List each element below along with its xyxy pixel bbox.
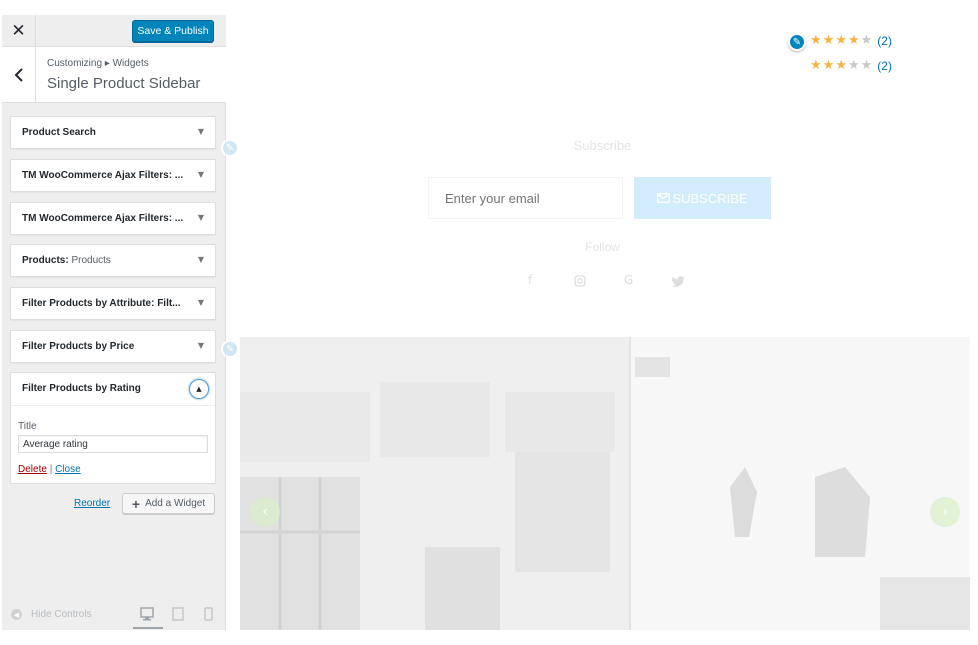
section-header: Customizing ▸ Widgets Single Product Sid…: [2, 47, 226, 103]
widget-filter-attribute[interactable]: Filter Products by Attribute: Filt... ▼: [10, 287, 216, 320]
hide-controls-label: Hide Controls: [31, 609, 92, 620]
star-empty-icon: ★: [847, 58, 860, 73]
customizer-footer: ◀ Hide Controls: [2, 597, 226, 630]
hero-slider: ‹ ›: [240, 337, 970, 630]
widget-ajax-filters-1[interactable]: TM WooCommerce Ajax Filters: ... ▼: [10, 159, 216, 192]
customizer-topbar: ✕ Save & Publish: [2, 15, 226, 47]
tablet-preview-icon[interactable]: [172, 607, 184, 621]
save-publish-button[interactable]: Save & Publish: [132, 20, 214, 42]
edit-shortcut-icon[interactable]: ✎: [788, 33, 806, 51]
widget-title: Product Search: [22, 127, 96, 138]
star-icon: ★: [847, 33, 860, 48]
page-title: Single Product Sidebar: [47, 75, 201, 92]
caret-down-icon[interactable]: ▼: [198, 341, 204, 350]
close-link[interactable]: Close: [55, 464, 81, 475]
customizer-sidebar: ✕ Save & Publish Customizing ▸ Widgets S…: [2, 15, 226, 630]
close-icon: ✕: [11, 21, 26, 41]
rating-count[interactable]: (2): [877, 59, 892, 73]
email-field[interactable]: [428, 177, 623, 219]
widget-ajax-filters-2[interactable]: TM WooCommerce Ajax Filters: ... ▼: [10, 202, 216, 235]
slider-next-button[interactable]: ›: [930, 497, 960, 527]
star-icon: ★: [822, 58, 835, 73]
widget-title: Products: Products: [22, 255, 111, 266]
twitter-icon[interactable]: [672, 276, 685, 287]
reorder-link[interactable]: Reorder: [74, 498, 110, 509]
add-widget-button[interactable]: + Add a Widget: [122, 493, 215, 514]
widget-actions: Delete | Close: [18, 464, 81, 475]
chevron-left-icon: [14, 68, 23, 82]
hero-image: [240, 337, 970, 630]
subscribe-label: SUBSCRIBE: [672, 190, 748, 206]
close-customizer-button[interactable]: ✕: [2, 15, 36, 47]
back-button[interactable]: [2, 47, 36, 103]
star-icon: ★: [835, 33, 847, 48]
collapse-icon: ◀: [11, 609, 22, 620]
star-icon: ★: [822, 33, 835, 48]
plus-icon: +: [131, 495, 141, 512]
subscribe-button[interactable]: SUBSCRIBE: [634, 177, 771, 219]
breadcrumb: Customizing ▸ Widgets: [47, 58, 149, 69]
caret-down-icon[interactable]: ▼: [198, 255, 204, 264]
widget-filter-rating-expanded: Filter Products by Rating ▲ Title Delete…: [10, 372, 216, 484]
mobile-preview-icon[interactable]: [204, 607, 213, 621]
subscribe-title: Subscribe: [573, 138, 632, 153]
star-icon: ★: [810, 58, 822, 73]
widget-header[interactable]: Filter Products by Rating ▲: [11, 373, 215, 406]
caret-down-icon[interactable]: ▼: [198, 213, 204, 222]
rating-row-2[interactable]: ★ ★ ★ ★ ★ (2): [810, 58, 892, 73]
site-preview: ✎ ★ ★ ★ ★ ★ (2) ★ ★ ★ ★ ★ (2) ✎ ✎ Subscr…: [221, 0, 978, 645]
widget-title: Filter Products by Attribute: Filt...: [22, 298, 181, 309]
widget-product-search[interactable]: Product Search ▼: [10, 116, 216, 149]
widget-filter-price[interactable]: Filter Products by Price ▼: [10, 330, 216, 363]
edit-shortcut-icon[interactable]: ✎: [221, 340, 239, 358]
delete-link[interactable]: Delete: [18, 464, 47, 475]
caret-up-icon[interactable]: ▲: [189, 379, 209, 399]
hide-controls-button[interactable]: ◀ Hide Controls: [11, 609, 92, 620]
title-field-label: Title: [18, 421, 37, 432]
star-empty-icon: ★: [860, 58, 873, 73]
widget-title: TM WooCommerce Ajax Filters: ...: [22, 213, 184, 224]
star-empty-icon: ★: [860, 33, 873, 48]
google-icon[interactable]: G: [624, 273, 633, 287]
widget-title: TM WooCommerce Ajax Filters: ...: [22, 170, 184, 181]
separator: |: [49, 464, 53, 475]
envelope-icon: [657, 193, 671, 203]
desktop-preview-icon[interactable]: [140, 607, 154, 621]
instagram-icon[interactable]: [574, 275, 586, 287]
title-field[interactable]: [18, 435, 208, 453]
widget-title: Filter Products by Price: [22, 341, 135, 352]
follow-title: Follow: [585, 240, 620, 254]
active-device-indicator: [133, 627, 163, 629]
caret-down-icon[interactable]: ▼: [198, 127, 204, 136]
slider-prev-button[interactable]: ‹: [250, 497, 280, 527]
star-icon: ★: [810, 33, 822, 48]
widget-title: Filter Products by Rating: [22, 383, 141, 394]
caret-down-icon[interactable]: ▼: [198, 170, 204, 179]
add-widget-label: Add a Widget: [145, 498, 206, 509]
star-icon: ★: [835, 58, 847, 73]
caret-down-icon[interactable]: ▼: [198, 298, 204, 307]
rating-count[interactable]: (2): [877, 34, 892, 48]
widget-products[interactable]: Products: Products ▼: [10, 244, 216, 277]
rating-row-1[interactable]: ★ ★ ★ ★ ★ (2): [810, 33, 892, 48]
facebook-icon[interactable]: f: [528, 273, 532, 287]
